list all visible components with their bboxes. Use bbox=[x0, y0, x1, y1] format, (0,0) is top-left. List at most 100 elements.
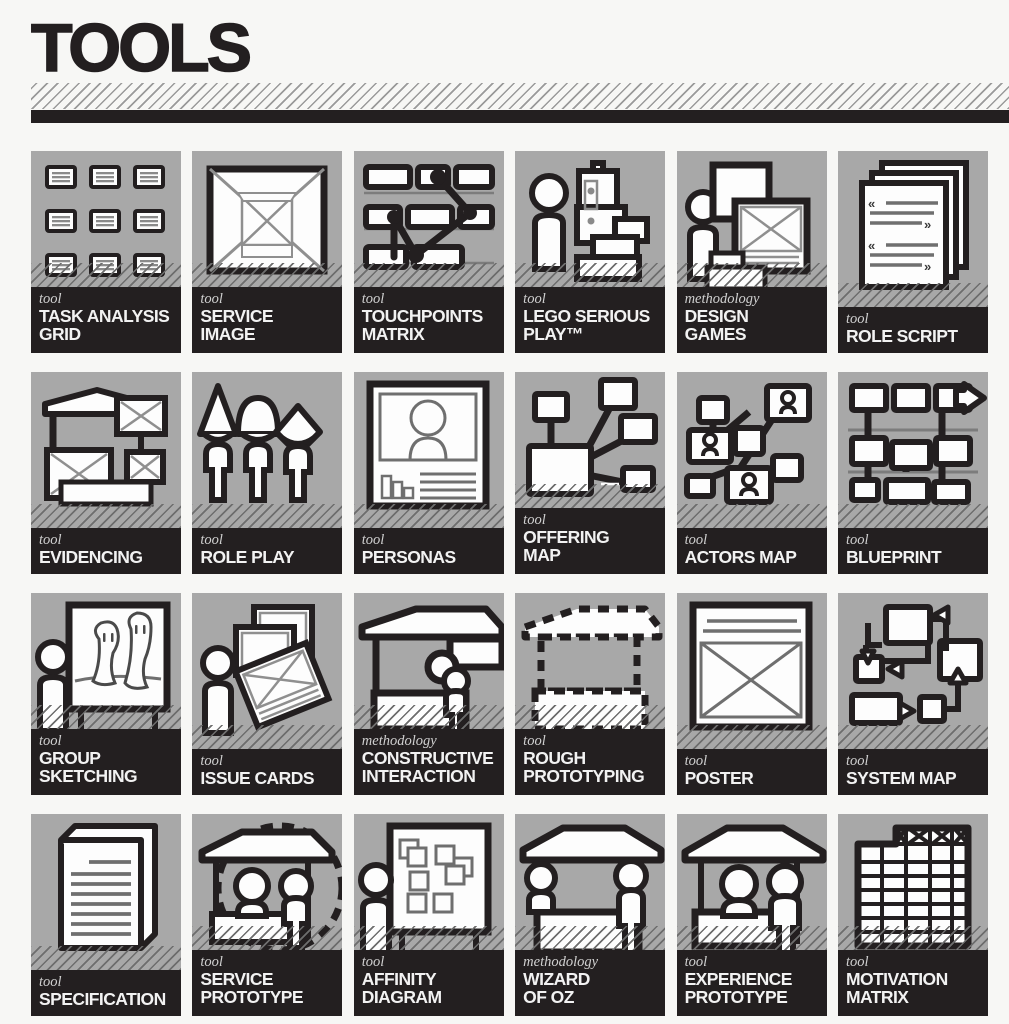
card-title: BLUEPRINT bbox=[845, 547, 942, 568]
ground-hatch-band bbox=[515, 705, 666, 729]
tool-card[interactable]: tool ROLE PLAY bbox=[192, 372, 343, 574]
tool-card[interactable]: tool EXPERIENCE PROTOTYPE bbox=[676, 814, 827, 1016]
ground-hatch-band bbox=[192, 263, 343, 287]
tool-card[interactable]: tool ACTORS MAP bbox=[676, 372, 827, 574]
page-title: TOOLS bbox=[30, 10, 253, 86]
ground-hatch-band bbox=[515, 263, 666, 287]
card-category: tool bbox=[361, 954, 385, 970]
card-label-band: tool EVIDENCING bbox=[31, 528, 181, 574]
card-title: AFFINITY DIAGRAM bbox=[361, 969, 442, 1008]
tool-card[interactable]: tool ISSUE CARDS bbox=[192, 593, 343, 795]
header-hatch-band bbox=[31, 83, 1009, 109]
card-category: tool bbox=[845, 311, 869, 327]
ground-hatch-band bbox=[515, 926, 666, 950]
card-label-band: tool POSTER bbox=[676, 749, 827, 795]
card-category: tool bbox=[39, 974, 62, 990]
tool-card[interactable]: tool MOTIVATION MATRIX bbox=[837, 814, 988, 1016]
ground-hatch-band bbox=[31, 946, 181, 970]
tool-card[interactable]: tool EVIDENCING bbox=[31, 372, 181, 574]
tool-card[interactable]: tool PERSONAS bbox=[353, 372, 504, 574]
card-category: tool bbox=[200, 753, 223, 769]
card-title: EXPERIENCE PROTOTYPE bbox=[684, 969, 793, 1008]
ground-hatch-band bbox=[837, 926, 988, 950]
ground-hatch-band bbox=[515, 484, 666, 508]
card-label-band: tool EXPERIENCE PROTOTYPE bbox=[676, 950, 827, 1016]
card-title: ROLE SCRIPT bbox=[845, 326, 958, 347]
card-title: WIZARD OF OZ bbox=[523, 969, 590, 1008]
card-category: tool bbox=[200, 291, 223, 307]
card-category: tool bbox=[523, 291, 546, 307]
tool-card[interactable]: tool AFFINITY DIAGRAM bbox=[353, 814, 504, 1016]
card-title: EVIDENCING bbox=[39, 547, 143, 568]
tool-card[interactable]: tool SPECIFICATION bbox=[31, 814, 181, 1016]
tool-card[interactable]: tool SERVICE PROTOTYPE bbox=[192, 814, 343, 1016]
card-title: SYSTEM MAP bbox=[845, 768, 957, 789]
card-category: tool bbox=[684, 954, 708, 970]
card-title: CONSTRUCTIVE INTERACTION bbox=[361, 748, 494, 787]
card-category: methodology bbox=[684, 291, 760, 307]
card-label-band: tool SERVICE PROTOTYPE bbox=[192, 950, 343, 1016]
card-label-band: tool PERSONAS bbox=[353, 528, 504, 574]
tool-card[interactable]: tool GROUP SKETCHING bbox=[31, 593, 181, 795]
card-category: tool bbox=[684, 532, 708, 548]
card-category: tool bbox=[845, 954, 869, 970]
tool-card[interactable]: tool ROUGH PROTOTYPING bbox=[515, 593, 666, 795]
card-title: DESIGN GAMES bbox=[684, 306, 749, 345]
ground-hatch-band bbox=[192, 926, 343, 950]
tools-card-grid: tool TASK ANALYSIS GRID tool SERVICE IMAGE… bbox=[31, 151, 988, 1016]
card-title: POSTER bbox=[684, 768, 754, 789]
svg-text:»: » bbox=[924, 259, 931, 274]
svg-text:«: « bbox=[868, 238, 875, 253]
tool-card[interactable]: methodology DESIGN GAMES bbox=[676, 151, 827, 353]
tool-card[interactable]: « » « » tool ROLE SCRIPT bbox=[837, 151, 988, 353]
tool-card[interactable]: tool TOUCHPOINTS MATRIX bbox=[353, 151, 504, 353]
card-label-band: tool SPECIFICATION bbox=[31, 970, 181, 1016]
card-category: tool bbox=[200, 954, 223, 970]
card-category: tool bbox=[39, 733, 62, 749]
card-category: methodology bbox=[361, 733, 437, 749]
card-category: methodology bbox=[523, 954, 599, 970]
card-label-band: tool TASK ANALYSIS GRID bbox=[31, 287, 181, 353]
card-title: ROUGH PROTOTYPING bbox=[523, 748, 645, 787]
card-title: OFFERING MAP bbox=[523, 527, 610, 566]
card-label-band: tool ROLE PLAY bbox=[192, 528, 343, 574]
card-label-band: tool AFFINITY DIAGRAM bbox=[353, 950, 504, 1016]
card-label-band: tool LEGO SERIOUS PLAY™ bbox=[515, 287, 666, 353]
card-category: tool bbox=[523, 733, 546, 749]
card-label-band: methodology CONSTRUCTIVE INTERACTION bbox=[353, 729, 504, 795]
card-title: TASK ANALYSIS GRID bbox=[39, 306, 170, 345]
card-category: tool bbox=[523, 512, 546, 528]
ground-hatch-band bbox=[31, 263, 181, 287]
card-label-band: tool MOTIVATION MATRIX bbox=[837, 950, 988, 1016]
svg-text:»: » bbox=[924, 217, 931, 232]
card-title: PERSONAS bbox=[361, 547, 456, 568]
ground-hatch-band bbox=[192, 725, 343, 749]
card-category: tool bbox=[361, 532, 385, 548]
ground-hatch-band bbox=[31, 504, 181, 528]
card-title: ACTORS MAP bbox=[684, 547, 797, 568]
tool-card[interactable]: tool SERVICE IMAGE bbox=[192, 151, 343, 353]
tool-card[interactable]: tool BLUEPRINT bbox=[837, 372, 988, 574]
card-label-band: tool ROUGH PROTOTYPING bbox=[515, 729, 666, 795]
card-label-band: tool GROUP SKETCHING bbox=[31, 729, 181, 795]
card-title: SPECIFICATION bbox=[39, 989, 166, 1010]
card-title: ISSUE CARDS bbox=[200, 768, 314, 789]
card-label-band: methodology DESIGN GAMES bbox=[676, 287, 827, 353]
tool-card[interactable]: tool POSTER bbox=[676, 593, 827, 795]
card-label-band: tool SERVICE IMAGE bbox=[192, 287, 343, 353]
card-category: tool bbox=[684, 753, 708, 769]
tool-card[interactable]: methodology WIZARD OF OZ bbox=[515, 814, 666, 1016]
card-category: tool bbox=[39, 532, 62, 548]
tool-card[interactable]: tool TASK ANALYSIS GRID bbox=[31, 151, 181, 353]
tool-card[interactable]: methodology CONSTRUCTIVE INTERACTION bbox=[353, 593, 504, 795]
ground-hatch-band bbox=[837, 283, 988, 307]
ground-hatch-band bbox=[353, 926, 504, 950]
ground-hatch-band bbox=[676, 263, 827, 287]
ground-hatch-band bbox=[353, 263, 504, 287]
tool-card[interactable]: tool OFFERING MAP bbox=[515, 372, 666, 574]
card-title: LEGO SERIOUS PLAY™ bbox=[523, 306, 650, 345]
tool-card[interactable]: tool LEGO SERIOUS PLAY™ bbox=[515, 151, 666, 353]
card-label-band: tool ACTORS MAP bbox=[676, 528, 827, 574]
tool-card[interactable]: tool SYSTEM MAP bbox=[837, 593, 988, 795]
ground-hatch-band bbox=[837, 725, 988, 749]
